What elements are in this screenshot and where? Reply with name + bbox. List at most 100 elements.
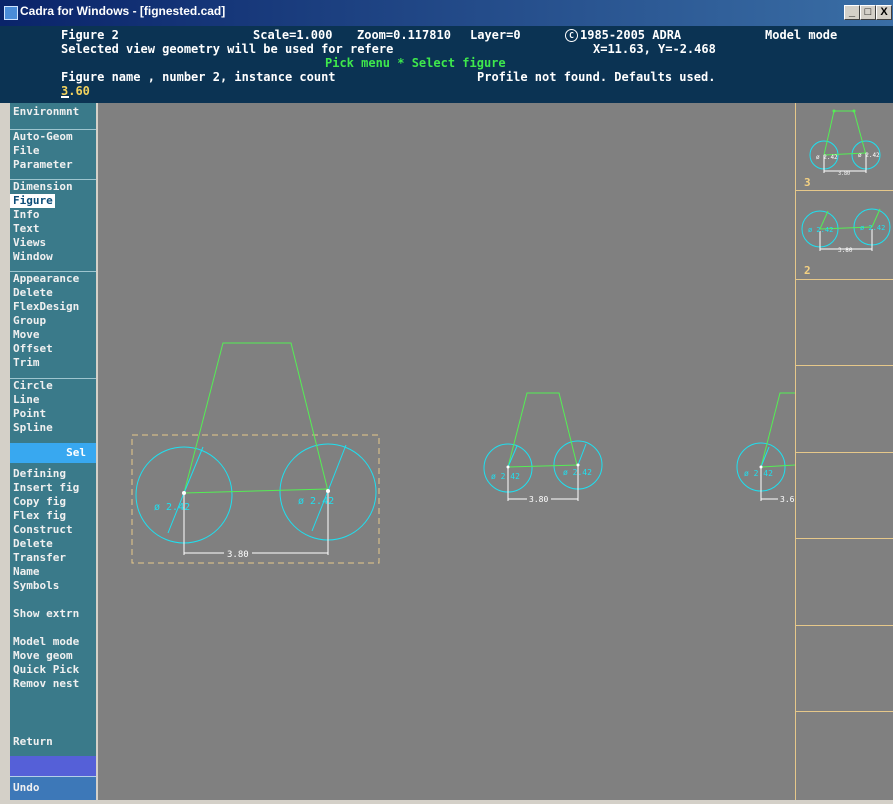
menu-group[interactable]: Group bbox=[10, 314, 96, 328]
zoom-readout: Zoom=0.117810 bbox=[357, 28, 451, 42]
title-bar: Cadra for Windows - [fignested.cad] _ □ … bbox=[0, 0, 893, 26]
close-button[interactable]: X bbox=[876, 5, 892, 20]
panel-divider bbox=[796, 365, 893, 366]
menu-move[interactable]: Move bbox=[10, 328, 96, 342]
menu-undo[interactable]: Undo bbox=[10, 781, 96, 795]
menu-file[interactable]: File bbox=[10, 144, 96, 158]
copyright: C 1985-2005 ADRA bbox=[565, 28, 681, 42]
radius-leader-right bbox=[327, 444, 347, 492]
window-title: Cadra for Windows - [fignested.cad] bbox=[20, 4, 226, 18]
menu-trim[interactable]: Trim bbox=[10, 356, 96, 370]
menu-move-geom[interactable]: Move geom bbox=[10, 649, 96, 663]
diameter-label-left: ø 2.42 bbox=[816, 154, 838, 161]
thumbnail-number: 2 bbox=[804, 264, 811, 277]
panel-divider bbox=[796, 452, 893, 453]
menu-appearance[interactable]: Appearance bbox=[10, 272, 96, 286]
radius-leader-right bbox=[577, 443, 587, 466]
dimension-label: 3.80 bbox=[838, 247, 853, 254]
thumbnail-slot-3[interactable]: ø 2.42 ø 2.42 3.80 3 bbox=[796, 103, 893, 190]
menu-flexdesign[interactable]: FlexDesign bbox=[10, 300, 96, 314]
figure-large[interactable]: ø 2.42 ø 2.42 3.80 bbox=[135, 342, 377, 560]
center-point-right bbox=[326, 489, 330, 493]
status-header: Figure 2 Scale=1.000 Zoom=0.117810 Layer… bbox=[0, 26, 893, 103]
figure-label: Figure 2 bbox=[61, 28, 119, 42]
input-cursor bbox=[61, 96, 69, 98]
menu-return[interactable]: Return bbox=[10, 735, 53, 749]
copyright-icon: C bbox=[565, 29, 578, 42]
thumbnail-number: 3 bbox=[804, 176, 811, 189]
menu-delete-fig[interactable]: Delete bbox=[10, 537, 96, 551]
dimension-label: 3.80 bbox=[529, 495, 548, 504]
prompt-message: Pick menu * Select figure bbox=[325, 56, 506, 70]
thumbnail-figure: ø 2.42 ø 2.42 3.80 bbox=[801, 208, 891, 254]
dimension-label: 3.80 bbox=[838, 171, 850, 177]
status-line-2: Selected view geometry will be used for … bbox=[61, 42, 394, 56]
panel-divider bbox=[796, 538, 893, 539]
menu-delete[interactable]: Delete bbox=[10, 286, 96, 300]
mode-readout: Model mode bbox=[765, 28, 838, 42]
menu-insert-fig[interactable]: Insert fig bbox=[10, 481, 96, 495]
menu-point[interactable]: Point bbox=[10, 407, 96, 421]
frame-lines bbox=[760, 392, 795, 468]
menu-show-extrn[interactable]: Show extrn bbox=[10, 607, 96, 621]
menu-auto-geom[interactable]: Auto-Geom bbox=[10, 130, 96, 144]
menu-text[interactable]: Text bbox=[10, 222, 96, 236]
menu-copy-fig[interactable]: Copy fig bbox=[10, 495, 96, 509]
diameter-label-left: ø 2.42 bbox=[154, 502, 190, 513]
menu-views[interactable]: Views bbox=[10, 236, 96, 250]
menu-line[interactable]: Line bbox=[10, 393, 96, 407]
sel-button[interactable]: Sel bbox=[10, 443, 96, 463]
thumbnail-figure: ø 2.42 ø 2.42 3.80 bbox=[809, 109, 881, 177]
side-menu: Environmnt Auto-Geom File Parameter Dime… bbox=[10, 103, 96, 801]
menu-quick-pick[interactable]: Quick Pick bbox=[10, 663, 96, 677]
axle-line bbox=[183, 488, 329, 494]
menu-window[interactable]: Window bbox=[10, 250, 96, 264]
menu-construct[interactable]: Construct bbox=[10, 523, 96, 537]
diameter-label-right: ø 2.42 bbox=[298, 496, 334, 507]
menu-spacer bbox=[10, 756, 96, 776]
axle-line bbox=[760, 464, 796, 468]
panel-divider bbox=[796, 279, 893, 280]
maximize-button[interactable]: □ bbox=[860, 5, 876, 20]
coordinate-readout: X=11.63, Y=-2.468 bbox=[593, 42, 716, 56]
menu-flex-fig[interactable]: Flex fig bbox=[10, 509, 96, 523]
dimension-label: 3.80 bbox=[227, 550, 249, 560]
menu-remov-nest[interactable]: Remov nest bbox=[10, 677, 96, 691]
app-icon bbox=[4, 6, 18, 20]
vertex-point bbox=[832, 109, 836, 113]
figure-partial[interactable]: ø 2.42 3.6 bbox=[736, 392, 796, 504]
menu-circle[interactable]: Circle bbox=[10, 379, 96, 393]
dimension-label: 3.6 bbox=[780, 495, 795, 504]
menu-spline[interactable]: Spline bbox=[10, 421, 96, 435]
diameter-label-right: ø 2.42 bbox=[860, 224, 885, 232]
menu-parameter[interactable]: Parameter bbox=[10, 158, 96, 172]
scale-readout: Scale=1.000 bbox=[253, 28, 333, 42]
menu-info[interactable]: Info bbox=[10, 208, 96, 222]
axle-line bbox=[507, 464, 579, 468]
menu-figure[interactable]: Figure bbox=[10, 194, 55, 208]
menu-model-mode[interactable]: Model mode bbox=[10, 635, 96, 649]
diameter-label-left: ø 2.42 bbox=[744, 469, 773, 478]
menu-dimension[interactable]: Dimension bbox=[10, 180, 96, 194]
diameter-label-left: ø 2.42 bbox=[808, 226, 833, 234]
diameter-label-left: ø 2.42 bbox=[491, 472, 520, 481]
menu-transfer[interactable]: Transfer bbox=[10, 551, 96, 565]
menu-name[interactable]: Name bbox=[10, 565, 96, 579]
thumbnail-slot-2[interactable]: ø 2.42 ø 2.42 3.80 2 bbox=[796, 191, 893, 278]
drawing-canvas[interactable]: ø 2.42 ø 2.42 3.80 ø 2.42 ø 2.42 3.80 ø … bbox=[98, 103, 796, 800]
panel-divider bbox=[796, 711, 893, 712]
frame-lines bbox=[507, 392, 578, 468]
diameter-label-right: ø 2.42 bbox=[858, 152, 880, 159]
menu-offset[interactable]: Offset bbox=[10, 342, 96, 356]
drawing-svg: ø 2.42 ø 2.42 3.80 ø 2.42 ø 2.42 3.80 ø … bbox=[131, 342, 796, 564]
status-line-4: Figure name , number 2, instance count bbox=[61, 70, 336, 84]
figure-medium[interactable]: ø 2.42 ø 2.42 3.80 bbox=[483, 392, 603, 504]
figure-thumbnail-panel: ø 2.42 ø 2.42 3.80 3 ø 2.42 ø 2.42 3.80 … bbox=[795, 103, 893, 800]
menu-environment[interactable]: Environmnt bbox=[10, 105, 96, 119]
undo-area: Undo bbox=[10, 776, 96, 801]
menu-defining[interactable]: Defining bbox=[10, 467, 96, 481]
layer-readout: Layer=0 bbox=[470, 28, 521, 42]
menu-symbols[interactable]: Symbols bbox=[10, 579, 96, 593]
minimize-button[interactable]: _ bbox=[844, 5, 860, 20]
profile-message: Profile not found. Defaults used. bbox=[477, 70, 716, 84]
